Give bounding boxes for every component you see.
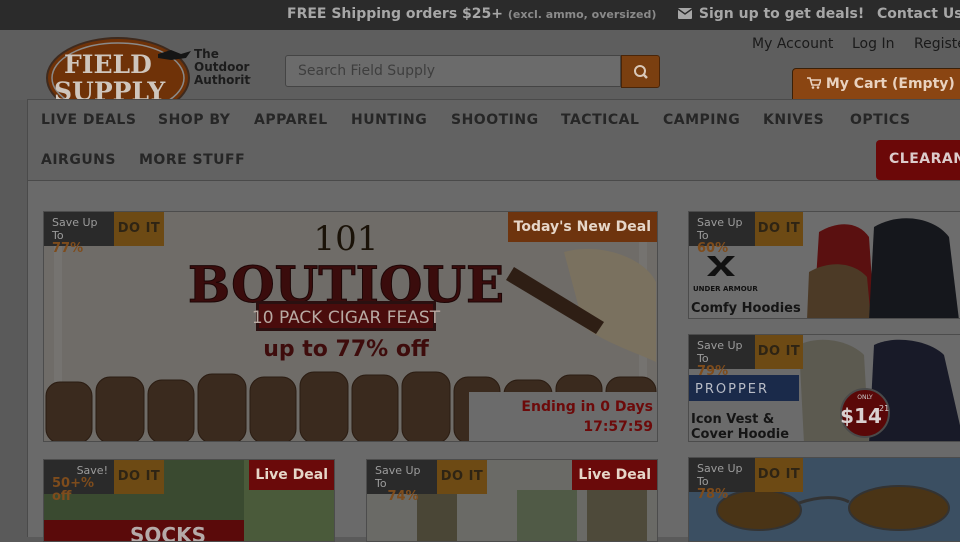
under-armour-logo bbox=[707, 256, 735, 276]
propper-save-label: Save Up To bbox=[697, 339, 743, 365]
camo-save-box: Save Up To 74% bbox=[367, 460, 437, 503]
hoodies-doit-button[interactable]: DO IT bbox=[755, 212, 803, 246]
nav-live-deals[interactable]: LIVE DEALS bbox=[41, 112, 136, 128]
propper-caption-line1: Icon Vest & bbox=[691, 412, 775, 427]
featured-save-label: Save Up To bbox=[52, 216, 98, 242]
logo-tagline2: Outdoor bbox=[194, 60, 250, 74]
side-deal-propper[interactable]: ONLY $14 21 PROPPER Save Up To 79% DO IT… bbox=[688, 334, 960, 442]
envelope-icon bbox=[677, 8, 693, 19]
top-bar: FREE Shipping orders $25+ (excl. ammo, o… bbox=[0, 0, 960, 30]
nav-optics[interactable]: OPTICS bbox=[850, 112, 911, 128]
search-icon bbox=[634, 65, 648, 79]
featured-deal-tile[interactable]: 101 BOUTIQUE 10 PACK CIGAR FEAST up to 7… bbox=[43, 211, 658, 442]
cart-icon bbox=[807, 77, 823, 89]
shipping-note: (excl. ammo, oversized) bbox=[507, 8, 657, 21]
hoodies-caption: Comfy Hoodies bbox=[691, 301, 801, 316]
nav-hunting[interactable]: HUNTING bbox=[351, 112, 427, 128]
my-account-link[interactable]: My Account bbox=[752, 36, 833, 52]
logo-tagline1: The bbox=[194, 47, 219, 61]
featured-offer: up to 77% off bbox=[263, 337, 430, 362]
featured-doit-button[interactable]: DO IT bbox=[114, 212, 164, 246]
side-deal-sunglasses[interactable]: Save Up To 78% DO IT bbox=[688, 457, 960, 542]
featured-subtitle: 10 PACK CIGAR FEAST bbox=[252, 308, 441, 328]
free-shipping-text: FREE Shipping orders $25+ (excl. ammo, o… bbox=[287, 6, 657, 22]
register-link[interactable]: Register bbox=[914, 36, 960, 52]
live-deal-badge-2: Live Deal bbox=[572, 460, 657, 490]
side-deal-hoodies[interactable]: UNDER ARMOUR Save Up To 60% DO IT Comfy … bbox=[688, 211, 960, 319]
nav-knives[interactable]: KNIVES bbox=[763, 112, 824, 128]
signup-link[interactable]: Sign up to get deals! bbox=[677, 6, 864, 22]
socks-save-pct: 50+% off bbox=[52, 476, 95, 504]
camo-save-label: Save Up To bbox=[375, 464, 421, 490]
propper-doit-button[interactable]: DO IT bbox=[755, 335, 803, 369]
main-nav: LIVE DEALS SHOP BY APPAREL HUNTING SHOOT… bbox=[27, 99, 960, 181]
featured-title-num: 101 bbox=[314, 219, 379, 259]
bottom-deal-camo[interactable]: Save Up To 74% DO IT Live Deal bbox=[366, 459, 658, 542]
camo-save-pct: 74% bbox=[387, 489, 419, 504]
search-input[interactable]: Search Field Supply bbox=[285, 55, 621, 87]
featured-save-box: Save Up To 77% bbox=[44, 212, 114, 255]
socks-save-box: Save! 50+% off bbox=[44, 460, 114, 503]
live-deal-badge-1: Live Deal bbox=[249, 460, 334, 490]
contact-link[interactable]: Contact Us bbox=[877, 6, 960, 22]
camo-doit-button[interactable]: DO IT bbox=[437, 460, 487, 494]
cart-label: My Cart (Empty) bbox=[825, 76, 955, 92]
propper-save-box: Save Up To 79% bbox=[689, 335, 755, 378]
nav-shop-by[interactable]: SHOP BY bbox=[158, 112, 230, 128]
socks-text: SOCKS bbox=[130, 523, 206, 542]
propper-caption-line2: Cover Hoodie bbox=[691, 427, 790, 442]
nav-tactical[interactable]: TACTICAL bbox=[561, 112, 639, 128]
featured-save-pct: 77% bbox=[52, 241, 84, 256]
price-tag-top: ONLY bbox=[857, 394, 873, 401]
sunglasses-save-label: Save Up To bbox=[697, 462, 743, 488]
propper-save-pct: 79% bbox=[697, 364, 729, 379]
countdown-time: 17:57:59 bbox=[583, 419, 653, 435]
bottom-deal-socks[interactable]: SOCKS Save! 50+% off DO IT Live Deal bbox=[43, 459, 335, 542]
ending-text: Ending in 0 Days bbox=[521, 399, 653, 415]
price-tag-cents: 21 bbox=[879, 404, 889, 413]
hoodies-save-box: Save Up To 60% bbox=[689, 212, 755, 255]
price-tag-value: $14 bbox=[840, 404, 882, 428]
nav-apparel[interactable]: APPAREL bbox=[254, 112, 328, 128]
logo-line1: FIELD bbox=[64, 50, 152, 79]
search-button[interactable] bbox=[621, 55, 660, 88]
cart-button[interactable]: My Cart (Empty) bbox=[792, 68, 960, 100]
login-link[interactable]: Log In bbox=[852, 36, 894, 52]
under-armour-text: UNDER ARMOUR bbox=[693, 285, 758, 293]
nav-more-stuff[interactable]: MORE STUFF bbox=[139, 152, 245, 168]
site-header: FIELD SUPPLY The Outdoor Authority My Ac… bbox=[0, 30, 960, 119]
logo-tagline3: Authority bbox=[194, 73, 251, 87]
socks-doit-button[interactable]: DO IT bbox=[114, 460, 164, 494]
nav-airguns[interactable]: AIRGUNS bbox=[41, 152, 116, 168]
nav-camping[interactable]: CAMPING bbox=[663, 112, 740, 128]
nav-shooting[interactable]: SHOOTING bbox=[451, 112, 539, 128]
nav-clearance[interactable]: CLEARANCE bbox=[876, 140, 960, 180]
todays-new-deal-badge: Today's New Deal bbox=[507, 212, 657, 242]
sunglasses-save-pct: 78% bbox=[697, 487, 729, 502]
sunglasses-doit-button[interactable]: DO IT bbox=[755, 458, 803, 492]
sunglasses-save-box: Save Up To 78% bbox=[689, 458, 755, 501]
hoodies-save-pct: 60% bbox=[697, 241, 729, 256]
propper-brand: PROPPER bbox=[695, 382, 769, 397]
hoodies-save-label: Save Up To bbox=[697, 216, 743, 242]
